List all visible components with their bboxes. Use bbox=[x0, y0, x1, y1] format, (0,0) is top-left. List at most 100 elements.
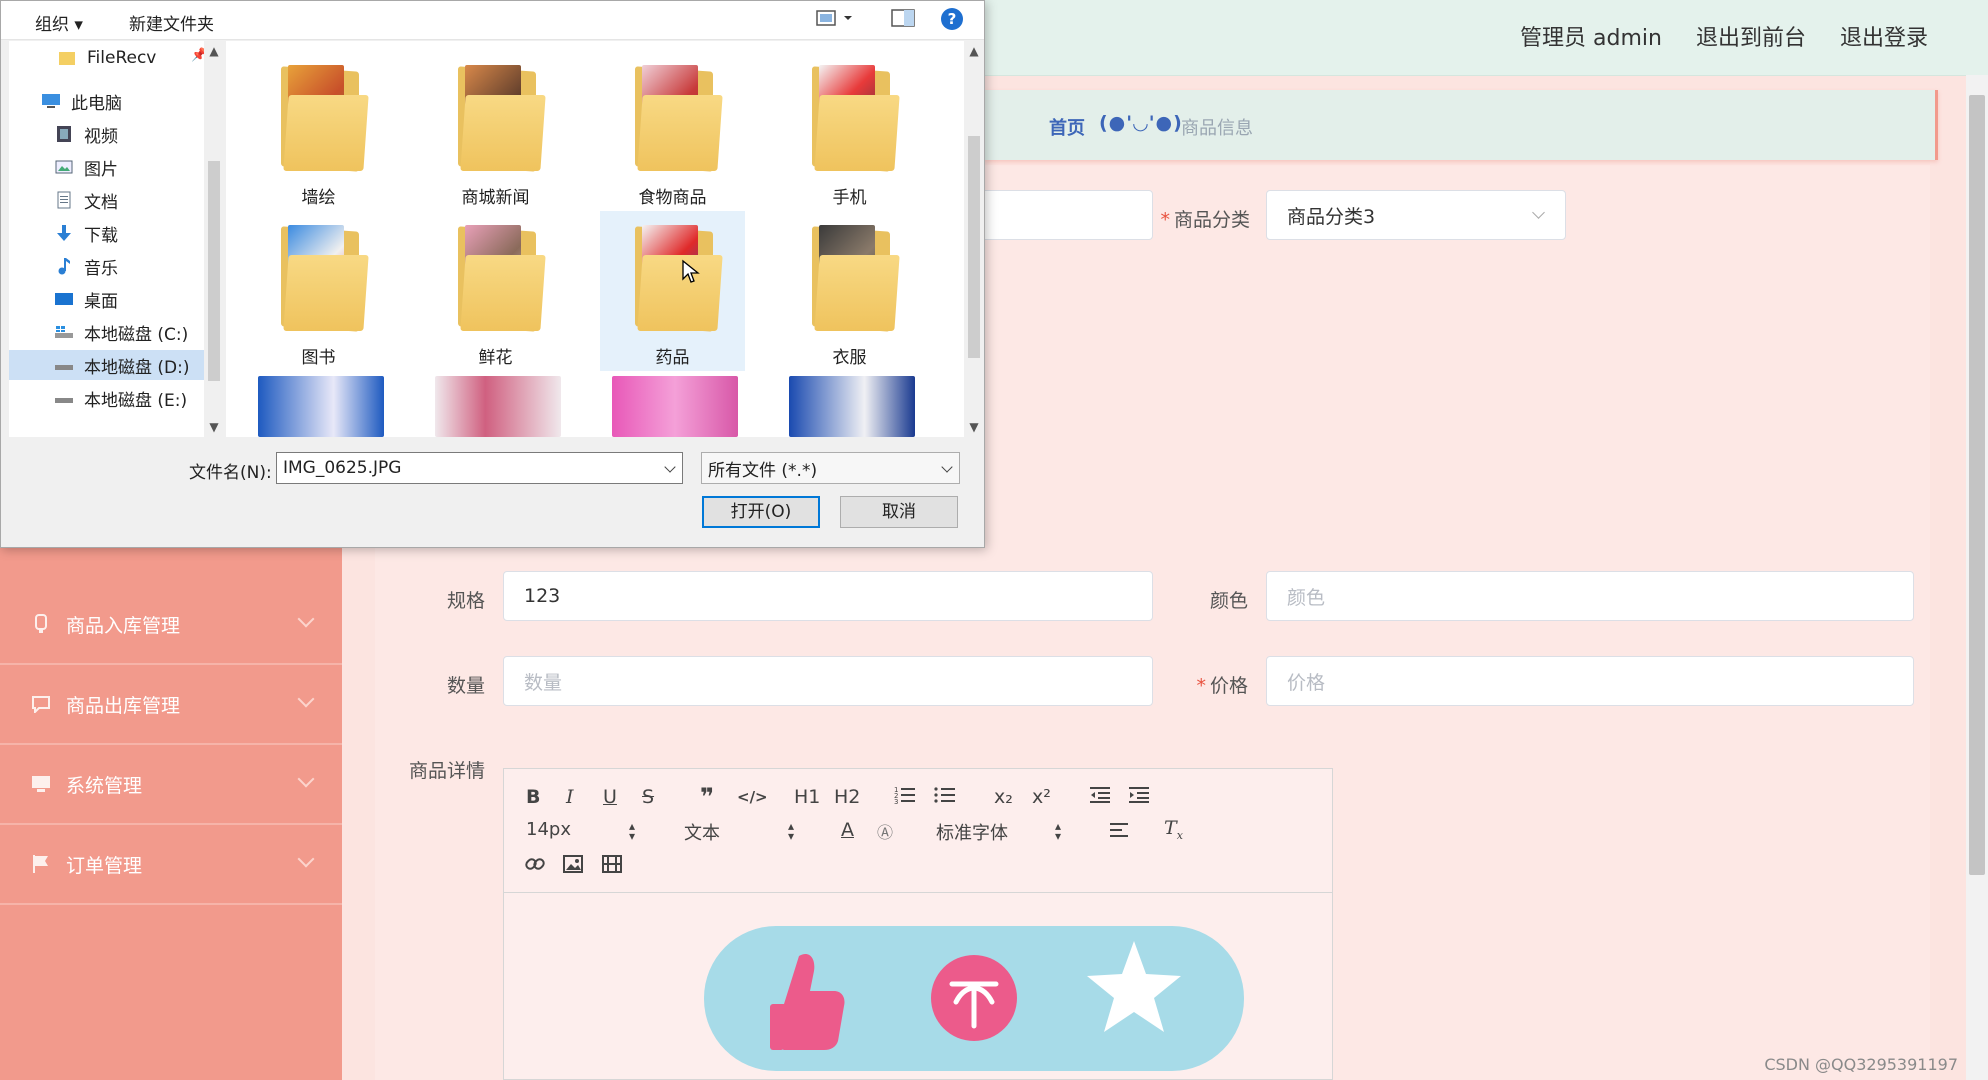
blockquote-button[interactable]: ❞ bbox=[700, 783, 714, 811]
link-icon[interactable] bbox=[524, 854, 546, 879]
header-select-value: 文本 bbox=[684, 823, 720, 844]
scrollbar-thumb[interactable] bbox=[1969, 95, 1985, 875]
dialog-navigation-pane: FileRecv 📌 此电脑 视频 图片 文档 下载 音乐 桌面 本地磁盘 (C… bbox=[9, 41, 219, 437]
breadcrumb-separator: (●'◡'●) bbox=[1099, 112, 1183, 134]
preview-pane-icon[interactable] bbox=[891, 8, 915, 33]
color-input-placeholder: 颜色 bbox=[1287, 586, 1326, 609]
category-select-value: 商品分类3 bbox=[1287, 205, 1376, 228]
view-options-icon[interactable] bbox=[816, 8, 856, 33]
font-size-value: 14px bbox=[526, 819, 571, 840]
font-color-icon[interactable]: A bbox=[841, 819, 854, 841]
clear-format-icon[interactable]: Tx bbox=[1164, 817, 1183, 842]
price-input[interactable]: 价格 bbox=[1266, 656, 1914, 706]
sidebar-item-orders[interactable]: 订单管理 bbox=[0, 825, 342, 905]
top-nav-links: 管理员 admin 退出到前台 退出登录 bbox=[1520, 20, 1928, 52]
h1-button[interactable]: H1 bbox=[794, 786, 820, 808]
breadcrumb: 首页 (●'◡'●) 商品信息 bbox=[985, 90, 1938, 160]
sidebar-item-system[interactable]: 系统管理 bbox=[0, 745, 342, 825]
flag-icon bbox=[30, 853, 52, 875]
code-block-button[interactable]: </> bbox=[737, 788, 768, 806]
quantity-input-placeholder: 数量 bbox=[524, 671, 563, 694]
folder-item[interactable]: 墙绘 bbox=[246, 51, 391, 211]
italic-button[interactable]: I bbox=[566, 786, 574, 808]
scrollbar-thumb[interactable] bbox=[208, 161, 220, 381]
sidebar-item-label: 订单管理 bbox=[66, 854, 143, 877]
folder-item[interactable]: 鲜花 bbox=[423, 211, 568, 371]
outdent-icon[interactable] bbox=[1089, 785, 1111, 810]
h2-button[interactable]: H2 bbox=[834, 786, 860, 808]
watermark: CSDN @QQ3295391197 bbox=[1764, 1055, 1958, 1074]
cancel-button[interactable]: 取消 bbox=[840, 496, 958, 528]
ordered-list-icon[interactable]: 123 bbox=[894, 785, 916, 810]
nav-item-drive-d[interactable]: 本地磁盘 (D:) bbox=[9, 350, 204, 380]
drive-icon bbox=[54, 356, 74, 374]
image-thumbnail[interactable] bbox=[435, 376, 561, 437]
underline-button[interactable]: U bbox=[603, 786, 617, 808]
indent-icon[interactable] bbox=[1128, 785, 1150, 810]
color-label: 颜色 bbox=[1209, 590, 1248, 612]
updown-icon: ▴ ▾ bbox=[1055, 819, 1062, 843]
monitor-icon bbox=[30, 773, 52, 795]
spec-input-value: 123 bbox=[524, 585, 561, 607]
logout-link[interactable]: 退出登录 bbox=[1840, 20, 1928, 52]
chevron-down-icon[interactable] bbox=[664, 461, 676, 473]
breadcrumb-current: 商品信息 bbox=[1181, 118, 1253, 139]
chevron-down-icon bbox=[297, 610, 315, 628]
open-button[interactable]: 打开(O) bbox=[702, 496, 820, 528]
scroll-up-icon[interactable]: ▲ bbox=[204, 41, 224, 61]
filename-input[interactable]: IMG_0625.JPG bbox=[276, 452, 683, 484]
filetype-select[interactable]: 所有文件 (*.*) bbox=[701, 452, 960, 484]
editor-embedded-image bbox=[704, 926, 1244, 1071]
file-list-scrollbar[interactable]: ▲ ▼ bbox=[964, 41, 984, 437]
nav-pane-scrollbar[interactable]: ▲ ▼ bbox=[204, 41, 224, 437]
font-family-select[interactable]: 标准字体 ▴ ▾ bbox=[936, 819, 1061, 845]
bold-button[interactable]: B bbox=[526, 786, 540, 808]
sidebar-item-stock-out[interactable]: 商品出库管理 bbox=[0, 665, 342, 745]
organize-menu[interactable]: 组织 ▾ bbox=[35, 10, 83, 35]
image-thumbnail[interactable] bbox=[258, 376, 384, 437]
new-folder-button[interactable]: 新建文件夹 bbox=[129, 10, 214, 35]
filename-input-value: IMG_0625.JPG bbox=[283, 458, 402, 478]
page-scrollbar[interactable] bbox=[1966, 75, 1988, 1080]
align-icon[interactable] bbox=[1109, 821, 1129, 844]
header-select[interactable]: 文本 ▴ ▾ bbox=[684, 819, 794, 845]
folder-item[interactable]: 食物商品 bbox=[600, 51, 745, 211]
video-folder-icon bbox=[54, 125, 74, 143]
folder-item[interactable]: 手机 bbox=[777, 51, 922, 211]
color-input[interactable]: 颜色 bbox=[1266, 571, 1914, 621]
spec-input[interactable]: 123 bbox=[503, 571, 1153, 621]
image-icon[interactable] bbox=[562, 854, 584, 879]
scrollbar-thumb[interactable] bbox=[968, 136, 980, 358]
superscript-button[interactable]: x² bbox=[1032, 786, 1051, 808]
chevron-down-icon bbox=[297, 850, 315, 868]
bullet-list-icon[interactable] bbox=[934, 785, 956, 810]
image-thumbnail[interactable] bbox=[789, 376, 915, 437]
desktop-icon bbox=[54, 290, 74, 308]
category-label: * 商品分类 bbox=[1160, 209, 1250, 231]
category-select[interactable]: 商品分类3 bbox=[1266, 190, 1566, 240]
folder-item-selected[interactable]: 药品 bbox=[600, 211, 745, 371]
background-color-icon[interactable]: Ⓐ bbox=[877, 819, 893, 843]
price-label: * 价格 bbox=[1196, 675, 1248, 697]
font-size-select[interactable]: 14px ▴ ▾ bbox=[526, 819, 635, 842]
scroll-down-icon[interactable]: ▼ bbox=[204, 417, 224, 437]
folder-item[interactable]: 图书 bbox=[246, 211, 391, 371]
admin-user-label[interactable]: 管理员 admin bbox=[1520, 20, 1662, 52]
quantity-input[interactable]: 数量 bbox=[503, 656, 1153, 706]
folder-item[interactable]: 衣服 bbox=[777, 211, 922, 371]
video-icon[interactable] bbox=[601, 854, 623, 879]
sidebar-item-stock-in[interactable]: 商品入库管理 bbox=[0, 585, 342, 665]
breadcrumb-home-link[interactable]: 首页 bbox=[1049, 114, 1085, 140]
subscript-button[interactable]: x₂ bbox=[994, 786, 1013, 808]
strike-button[interactable]: S bbox=[642, 786, 654, 808]
quantity-label: 数量 bbox=[446, 675, 485, 697]
image-thumbnail[interactable] bbox=[612, 376, 738, 437]
help-icon[interactable]: ? bbox=[940, 7, 964, 36]
scroll-up-icon[interactable]: ▲ bbox=[964, 41, 984, 61]
scroll-down-icon[interactable]: ▼ bbox=[964, 417, 984, 437]
font-family-value: 标准字体 bbox=[936, 823, 1008, 844]
back-to-frontend-link[interactable]: 退出到前台 bbox=[1696, 20, 1806, 52]
folder-item[interactable]: 商城新闻 bbox=[423, 51, 568, 211]
svg-text:?: ? bbox=[948, 10, 957, 28]
product-name-input[interactable] bbox=[975, 190, 1153, 240]
